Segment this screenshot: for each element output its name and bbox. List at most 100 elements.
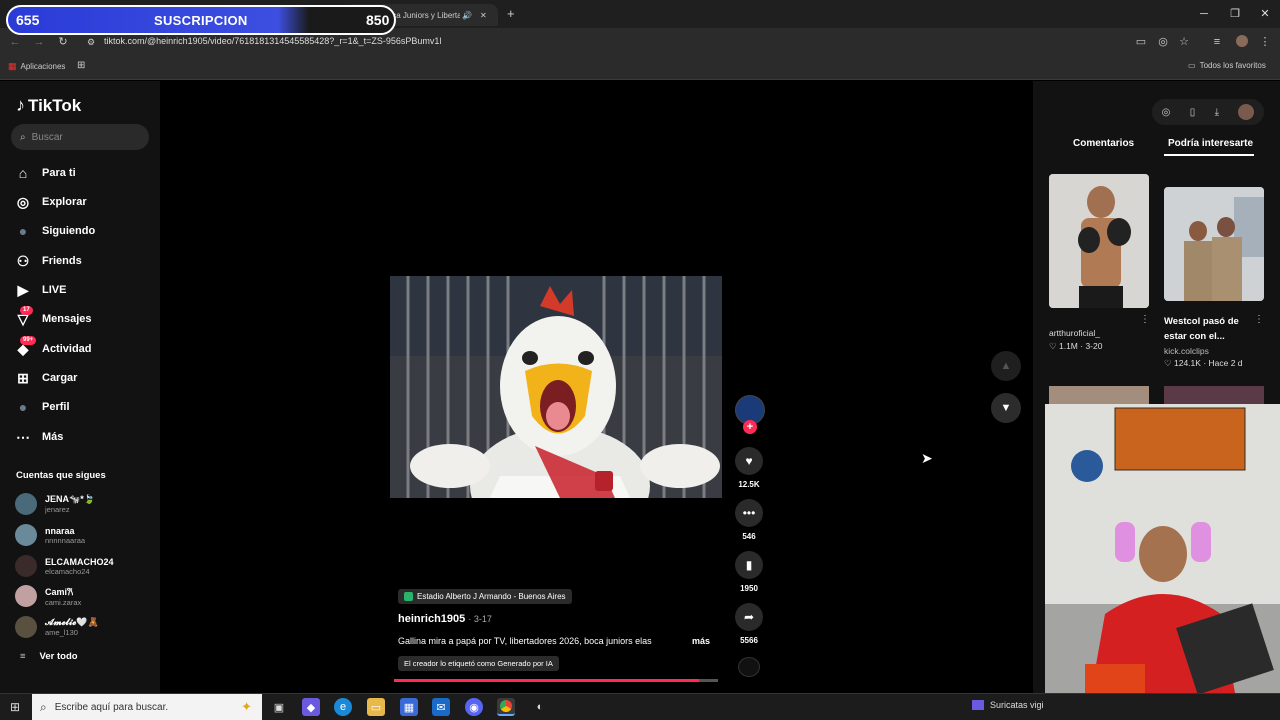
sidebar-item-siguiendo[interactable]: ● Siguiendo	[14, 220, 95, 242]
eye-off-icon[interactable]: ◎	[1156, 35, 1170, 49]
site-info-icon[interactable]: ⚙	[84, 35, 98, 49]
store-icon[interactable]: ▦	[400, 698, 418, 716]
discord-icon[interactable]: ◉	[465, 698, 483, 716]
left-counter: 655	[16, 12, 40, 28]
account-handle: elcamacho24	[45, 566, 90, 576]
thumbnail-image	[1164, 187, 1264, 301]
chrome-icon[interactable]	[497, 698, 515, 716]
tiktok-logo[interactable]: ♪ TikTok	[16, 95, 81, 116]
more-link[interactable]: más	[692, 636, 710, 646]
see-all-link[interactable]: ≡ Ver todo	[20, 651, 78, 662]
media-tray-icon	[972, 700, 984, 710]
sidebar-item-perfil[interactable]: ● Perfil	[14, 396, 70, 418]
minimize-icon[interactable]: ─	[1196, 6, 1212, 22]
messages-icon: ▽ 17	[14, 306, 33, 328]
video-progress-bar[interactable]	[394, 679, 718, 682]
menu-kebab-icon[interactable]: ⋮	[1258, 35, 1272, 49]
thumbnail-image	[1049, 174, 1149, 308]
card-1-menu-icon[interactable]: ⋮	[1140, 314, 1150, 325]
sidebar-item-friends[interactable]: ⚇ Friends	[14, 250, 82, 272]
next-video-button[interactable]: ▼	[991, 393, 1021, 423]
following-account[interactable]: Cami𐙚 cami.zarax	[15, 583, 81, 609]
media-controls-icon[interactable]: ≡	[1210, 35, 1224, 49]
comment-action[interactable]: ••• 546	[734, 499, 764, 541]
obs-icon[interactable]: ◐	[531, 698, 549, 716]
restore-icon[interactable]: ❐	[1227, 6, 1243, 22]
card-1-title[interactable]: artthuroficial_	[1049, 328, 1149, 338]
tab-comments[interactable]: Comentarios	[1073, 138, 1134, 149]
suggested-thumbnail-1[interactable]	[1049, 174, 1149, 308]
search-input[interactable]: ⌕ Buscar	[11, 124, 149, 150]
following-account[interactable]: nnaraa nnnnnaaraa	[15, 522, 85, 548]
compass-icon[interactable]: ◎	[1162, 107, 1171, 118]
windows-start-icon[interactable]: ⊞	[10, 700, 20, 714]
previous-video-button[interactable]: ▲	[991, 351, 1021, 381]
apps-bookmark[interactable]: ▦ Aplicaciones	[8, 61, 65, 72]
bookmark-star-icon[interactable]: ☆	[1177, 35, 1191, 49]
close-window-icon[interactable]: ✕	[1257, 6, 1273, 22]
location-tag[interactable]: Estadio Alberto J Armando - Buenos Aires	[398, 589, 572, 604]
tab-groups-icon[interactable]: ⊞	[77, 60, 85, 71]
phone-icon[interactable]: ▯	[1190, 107, 1196, 118]
following-account[interactable]: ELCAMACHO24 elcamacho24	[15, 553, 114, 579]
search-placeholder: Buscar	[31, 131, 63, 143]
sidebar-item-mensajes[interactable]: ▽ 17 Mensajes	[14, 306, 92, 330]
sidebar-item-más[interactable]: ⋯ Más	[14, 426, 63, 448]
following-account[interactable]: JENA🐄*🍃 jenarez	[15, 491, 95, 517]
account-text: nnaraa nnnnnaaraa	[45, 526, 85, 545]
back-icon[interactable]: ←	[8, 35, 22, 49]
sidebar-item-label: Friends	[42, 255, 82, 267]
new-tab-icon[interactable]: +	[507, 6, 515, 21]
sidebar-item-explorar[interactable]: ◎ Explorar	[14, 191, 87, 213]
card-2-menu-icon[interactable]: ⋮	[1254, 314, 1264, 325]
copilot-icon[interactable]: ◆	[302, 698, 320, 716]
suggested-thumbnail-4[interactable]	[1164, 386, 1264, 404]
task-view-icon[interactable]: ▣	[270, 698, 288, 716]
sidebar-item-label: LIVE	[42, 284, 67, 296]
video-author[interactable]: heinrich1905 · 3-17	[398, 613, 492, 625]
tab-close-icon[interactable]: ✕	[480, 11, 487, 20]
sidebar-item-live[interactable]: ▶ LIVE	[14, 279, 67, 301]
follow-plus-icon[interactable]: +	[743, 420, 757, 434]
sidebar-item-para-ti[interactable]: ⌂ Para ti	[14, 162, 76, 184]
heart-icon[interactable]: ♥	[735, 447, 763, 475]
save-action[interactable]: ▮ 1950	[734, 551, 764, 593]
like-action[interactable]: ♥ 12.5K	[734, 447, 764, 489]
share-action[interactable]: ➦ 5566	[734, 603, 764, 645]
avatar	[15, 524, 37, 546]
card-2-likes: 124.1K	[1173, 358, 1201, 368]
file-explorer-icon[interactable]: ▭	[367, 698, 385, 716]
edge-icon[interactable]: e	[334, 698, 352, 716]
url-input[interactable]: tiktok.com/@heinrich1905/video/761818131…	[104, 36, 441, 46]
bookmark-icon[interactable]: ▮	[735, 551, 763, 579]
user-avatar[interactable]	[1238, 104, 1255, 120]
compass-icon: ◎	[16, 193, 30, 210]
share-icon[interactable]: ➦	[735, 603, 763, 631]
card-1-stats: ♡ 1.1M · 3-20	[1049, 341, 1149, 352]
suggested-thumbnail-3[interactable]	[1049, 386, 1149, 404]
forward-icon[interactable]: →	[32, 35, 46, 49]
tab-audio-icon[interactable]: 🔊	[462, 11, 472, 20]
sidebar-item-actividad[interactable]: ◆ 99+ Actividad	[14, 336, 92, 360]
sidebar-item-cargar[interactable]: ⊞ Cargar	[14, 367, 77, 389]
following-account[interactable]: 𝓐𝓶𝓮𝓵𝓲𝓮🤍🧸 ame_l130	[15, 614, 99, 640]
author-name: heinrich1905	[398, 613, 466, 625]
outlook-icon[interactable]: ✉	[432, 698, 450, 716]
tab-suggested[interactable]: Podría interesarte	[1168, 138, 1253, 149]
download-icon[interactable]: ⤓	[1215, 107, 1219, 118]
card-2-author[interactable]: kick.colclips	[1164, 346, 1264, 356]
suggested-thumbnail-2[interactable]	[1164, 187, 1264, 301]
card-2-title[interactable]: Westcol pasó de estar con el...	[1164, 314, 1244, 344]
video-player[interactable]	[390, 276, 722, 498]
tray-news-widget[interactable]: Suricatas vigi	[972, 700, 1044, 710]
all-bookmarks[interactable]: ▭ Todos los favoritos	[1188, 61, 1266, 70]
friends-icon: ⚇	[16, 252, 30, 269]
cast-icon[interactable]: ▭	[1134, 35, 1148, 49]
profile-avatar[interactable]	[1236, 35, 1248, 47]
taskbar-search-input[interactable]: ⌕ Escribe aquí para buscar. ✦	[32, 694, 262, 720]
sound-disc-icon[interactable]	[738, 657, 760, 677]
brand-name: TikTok	[28, 95, 82, 115]
comment-icon[interactable]: •••	[735, 499, 763, 527]
reload-icon[interactable]: ↻	[56, 35, 70, 49]
progress-fill	[394, 679, 699, 682]
